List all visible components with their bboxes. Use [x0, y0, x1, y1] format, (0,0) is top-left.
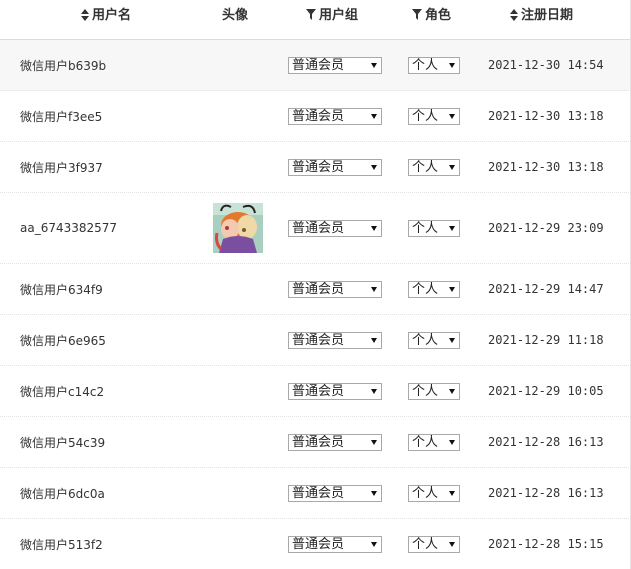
column-label-role: 角色: [425, 8, 452, 23]
table-row[interactable]: aa_6743382577 普通会员 个人 2021-12-29 23:09: [0, 193, 631, 264]
dropdown-arrow-icon: [371, 388, 377, 394]
group-select[interactable]: 普通会员: [288, 484, 382, 502]
column-label-avatar: 头像: [222, 8, 249, 23]
username-cell: 微信用户513f2: [20, 537, 103, 552]
column-header-username[interactable]: 用户名: [81, 0, 131, 32]
dropdown-arrow-icon: [449, 113, 455, 119]
username-cell: 微信用户634f9: [20, 282, 103, 297]
column-header-avatar: 头像: [222, 0, 248, 32]
register-date-cell: 2021-12-28 16:13: [488, 435, 604, 449]
dropdown-arrow-icon: [449, 286, 455, 292]
role-select[interactable]: 个人: [408, 158, 460, 176]
table-row[interactable]: 微信用户6e965 普通会员 个人 2021-12-29 11:18: [0, 315, 631, 366]
table-row[interactable]: 微信用户634f9 普通会员 个人 2021-12-29 14:47: [0, 264, 631, 315]
table-row[interactable]: 微信用户c14c2 普通会员 个人 2021-12-29 10:05: [0, 366, 631, 417]
dropdown-arrow-icon: [371, 439, 377, 445]
group-select[interactable]: 普通会员: [288, 219, 382, 237]
username-cell: 微信用户f3ee5: [20, 109, 103, 124]
register-date-cell: 2021-12-29 23:09: [488, 221, 604, 235]
dropdown-arrow-icon: [371, 62, 377, 68]
dropdown-arrow-icon: [449, 490, 455, 496]
username-cell: 微信用户c14c2: [20, 384, 105, 399]
register-date-cell: 2021-12-28 16:13: [488, 486, 604, 500]
role-select[interactable]: 个人: [408, 107, 460, 125]
table-row[interactable]: 微信用户513f2 普通会员 个人 2021-12-28 15:15: [0, 519, 631, 569]
group-select[interactable]: 普通会员: [288, 107, 382, 125]
avatar-image: [213, 203, 263, 253]
table-header: 用户名 头像 用户组 角色 注册日期: [0, 0, 631, 40]
table-row[interactable]: 微信用户3f937 普通会员 个人 2021-12-30 13:18: [0, 142, 631, 193]
sort-icon[interactable]: [510, 8, 518, 21]
column-header-group[interactable]: 用户组: [306, 0, 358, 32]
role-select[interactable]: 个人: [408, 280, 460, 298]
username-cell: 微信用户6dc0a: [20, 486, 105, 501]
role-select[interactable]: 个人: [408, 219, 460, 237]
dropdown-arrow-icon: [449, 225, 455, 231]
group-select[interactable]: 普通会员: [288, 433, 382, 451]
column-label-group: 用户组: [319, 8, 359, 23]
user-table: 用户名 头像 用户组 角色 注册日期 微信用户b639b 普通会员 个人 202…: [0, 0, 631, 569]
filter-icon[interactable]: [306, 9, 316, 20]
role-select[interactable]: 个人: [408, 382, 460, 400]
username-cell: aa_6743382577: [20, 221, 118, 235]
column-header-role[interactable]: 角色: [412, 0, 451, 32]
avatar: [213, 193, 263, 263]
dropdown-arrow-icon: [371, 113, 377, 119]
dropdown-arrow-icon: [449, 439, 455, 445]
username-cell: 微信用户54c39: [20, 435, 106, 450]
group-select[interactable]: 普通会员: [288, 331, 382, 349]
dropdown-arrow-icon: [371, 286, 377, 292]
role-select[interactable]: 个人: [408, 535, 460, 553]
register-date-cell: 2021-12-29 14:47: [488, 282, 604, 296]
column-label-username: 用户名: [92, 8, 132, 23]
role-select[interactable]: 个人: [408, 433, 460, 451]
username-cell: 微信用户b639b: [20, 58, 107, 73]
dropdown-arrow-icon: [371, 164, 377, 170]
dropdown-arrow-icon: [449, 337, 455, 343]
dropdown-arrow-icon: [371, 337, 377, 343]
sort-icon[interactable]: [81, 8, 89, 21]
role-select[interactable]: 个人: [408, 331, 460, 349]
dropdown-arrow-icon: [449, 388, 455, 394]
username-cell: 微信用户3f937: [20, 160, 103, 175]
group-select[interactable]: 普通会员: [288, 56, 382, 74]
register-date-cell: 2021-12-30 13:18: [488, 160, 604, 174]
dropdown-arrow-icon: [371, 225, 377, 231]
table-row[interactable]: 微信用户f3ee5 普通会员 个人 2021-12-30 13:18: [0, 91, 631, 142]
dropdown-arrow-icon: [449, 541, 455, 547]
register-date-cell: 2021-12-29 11:18: [488, 333, 604, 347]
dropdown-arrow-icon: [449, 62, 455, 68]
register-date-cell: 2021-12-30 14:54: [488, 58, 604, 72]
dropdown-arrow-icon: [371, 490, 377, 496]
group-select[interactable]: 普通会员: [288, 280, 382, 298]
group-select[interactable]: 普通会员: [288, 535, 382, 553]
table-row[interactable]: 微信用户54c39 普通会员 个人 2021-12-28 16:13: [0, 417, 631, 468]
dropdown-arrow-icon: [449, 164, 455, 170]
username-cell: 微信用户6e965: [20, 333, 106, 348]
role-select[interactable]: 个人: [408, 484, 460, 502]
register-date-cell: 2021-12-30 13:18: [488, 109, 604, 123]
role-select[interactable]: 个人: [408, 56, 460, 74]
register-date-cell: 2021-12-29 10:05: [488, 384, 604, 398]
table-row[interactable]: 微信用户6dc0a 普通会员 个人 2021-12-28 16:13: [0, 468, 631, 519]
filter-icon[interactable]: [412, 9, 422, 20]
group-select[interactable]: 普通会员: [288, 382, 382, 400]
dropdown-arrow-icon: [371, 541, 377, 547]
table-row[interactable]: 微信用户b639b 普通会员 个人 2021-12-30 14:54: [0, 40, 631, 91]
register-date-cell: 2021-12-28 15:15: [488, 537, 604, 551]
group-select[interactable]: 普通会员: [288, 158, 382, 176]
column-header-register-date[interactable]: 注册日期: [510, 0, 573, 32]
column-label-register-date: 注册日期: [521, 8, 574, 23]
